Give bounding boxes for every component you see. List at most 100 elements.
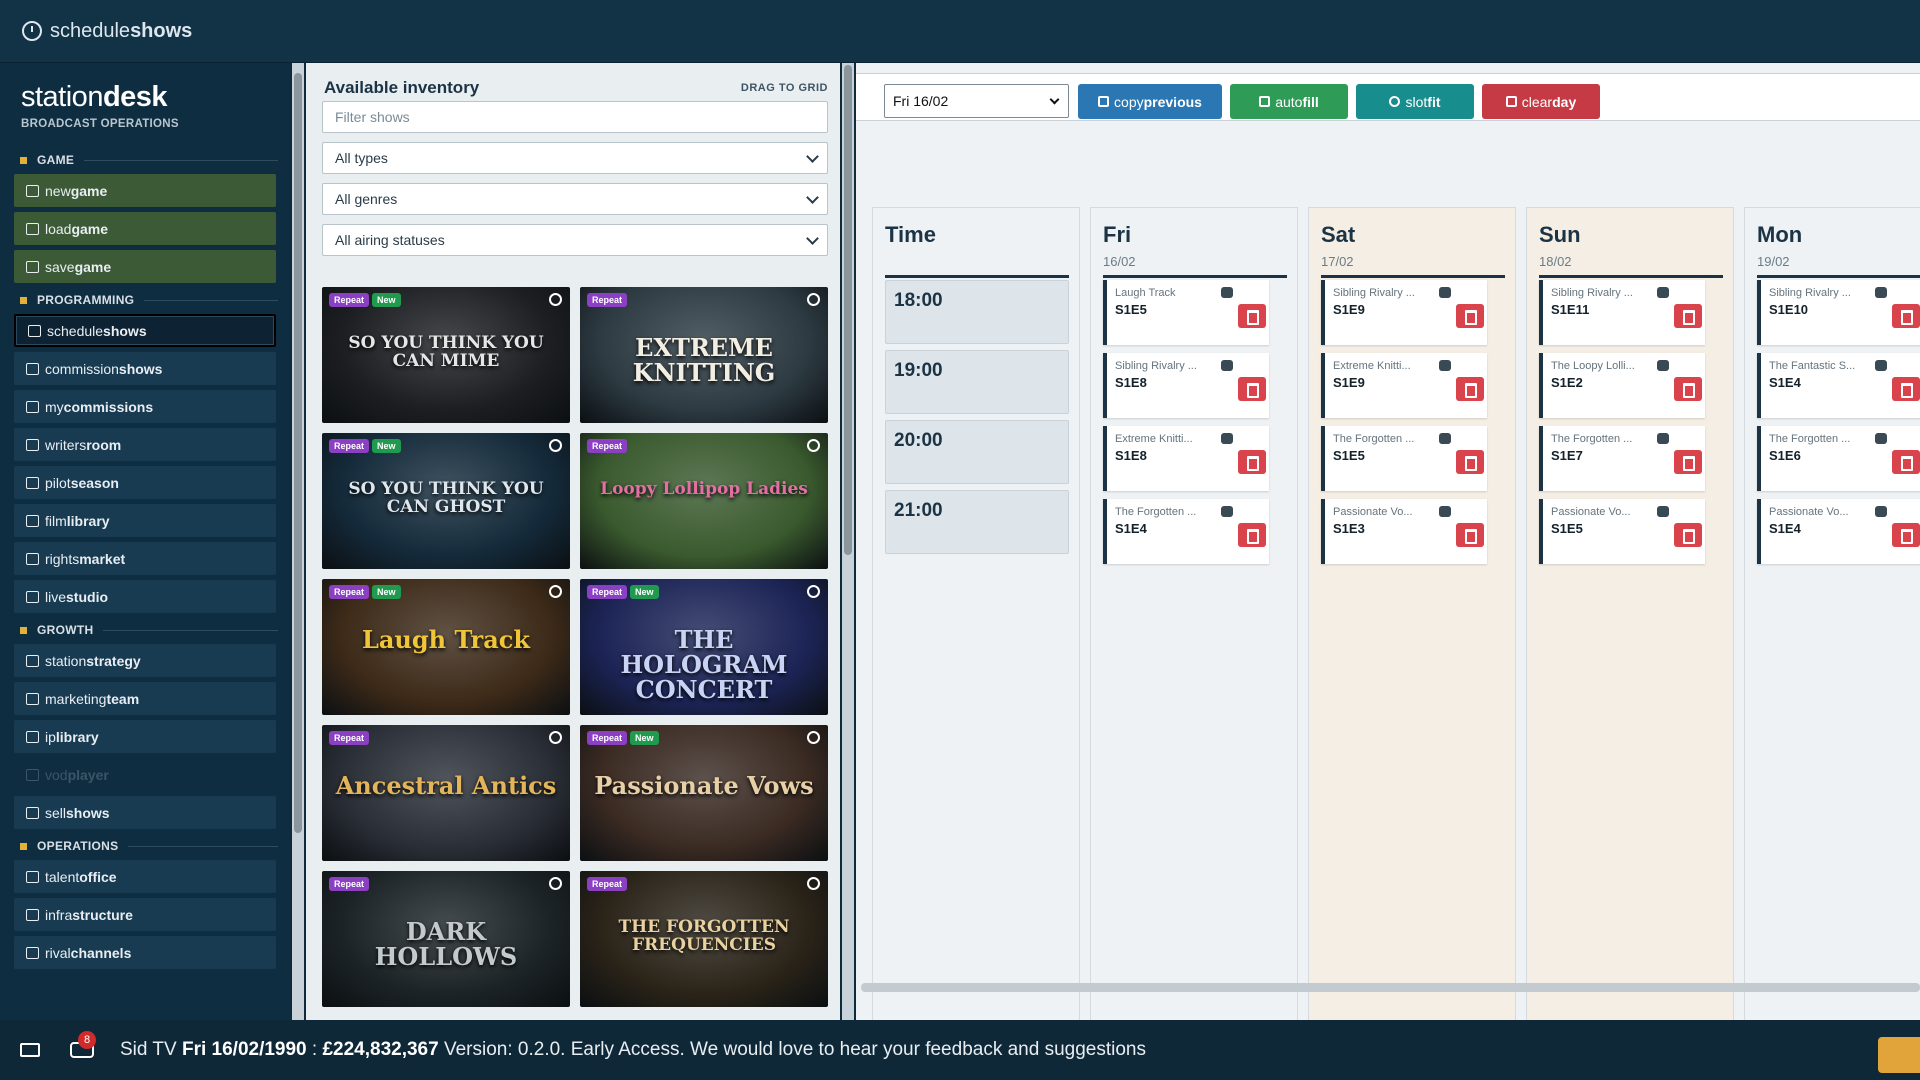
schedule-slot[interactable]: The Forgotten ... S1E7	[1539, 426, 1705, 491]
show-card[interactable]: Repeat New THE HOLOGRAM CONCERT	[580, 579, 828, 715]
genre-select[interactable]: All genres	[322, 183, 828, 215]
slot-episode: S1E7	[1551, 448, 1583, 463]
delete-slot-button[interactable]	[1238, 304, 1266, 328]
delete-slot-button[interactable]	[1456, 377, 1484, 401]
schedule-slot[interactable]: Sibling Rivalry ... S1E9	[1321, 280, 1487, 345]
card-title: DARK HOLLOWS	[374, 917, 518, 972]
airing-status-select[interactable]: All airing statuses	[322, 224, 828, 256]
show-card[interactable]: Repeat THE FORGOTTEN FREQUENCIES	[580, 871, 828, 1007]
schedule-slot[interactable]: The Forgotten ... S1E4	[1103, 499, 1269, 564]
schedule-slot[interactable]: Laugh Track S1E5	[1103, 280, 1269, 345]
slotfit-button[interactable]: slot fit	[1356, 84, 1474, 119]
delete-slot-button[interactable]	[1456, 304, 1484, 328]
sidebar-item-savegame[interactable]: save game	[14, 250, 276, 283]
sidebar-item-livestudio[interactable]: live studio	[14, 580, 276, 613]
slot-show-title: Passionate Vo...	[1551, 506, 1631, 518]
delete-slot-button[interactable]	[1674, 523, 1702, 547]
filter-shows-input[interactable]: Filter shows	[322, 101, 828, 133]
slot-episode: S1E11	[1551, 302, 1590, 317]
delete-slot-button[interactable]	[1238, 450, 1266, 474]
show-card[interactable]: Repeat New SO YOU THINK YOU CAN MIME	[322, 287, 570, 423]
copy-label-bold: previous	[1143, 93, 1202, 110]
day-select[interactable]: Fri 16/02	[884, 84, 1069, 118]
schedule-slot[interactable]: The Forgotten ... S1E5	[1321, 426, 1487, 491]
show-card[interactable]: Repeat Loopy Lollipop Ladies	[580, 433, 828, 569]
sidebar-item-scheduleshows[interactable]: schedule shows	[14, 314, 276, 347]
sidebar-item-talentoffice[interactable]: talent office	[14, 860, 276, 893]
genre-icon	[1875, 433, 1887, 444]
section-divider	[84, 159, 278, 161]
delete-slot-button[interactable]	[1238, 377, 1266, 401]
sidebar-scroll-thumb[interactable]	[294, 73, 302, 833]
time-slot-label: 21:00	[885, 490, 1069, 554]
wand-icon	[1259, 96, 1271, 107]
feedback-button[interactable]	[1878, 1037, 1920, 1073]
autofill-button[interactable]: auto fill	[1230, 84, 1348, 119]
delete-slot-button[interactable]	[1674, 377, 1702, 401]
delete-slot-button[interactable]	[1456, 450, 1484, 474]
delete-slot-button[interactable]	[1674, 304, 1702, 328]
sidebar-item-newgame[interactable]: new game	[14, 174, 276, 207]
repeat-badge: Repeat	[329, 877, 370, 891]
delete-slot-button[interactable]	[1892, 377, 1920, 401]
sidebar-item-loadgame[interactable]: load game	[14, 212, 276, 245]
card-tags: Repeat	[329, 731, 370, 745]
theatre-icon	[549, 439, 562, 452]
sidebar-item-iplibrary[interactable]: ip library	[14, 720, 276, 753]
sidebar-item-filmlibrary[interactable]: film library	[14, 504, 276, 537]
copy-previous-button[interactable]: copy previous	[1078, 84, 1222, 119]
sidebar-item-label-bold: shows	[118, 360, 163, 377]
delete-slot-button[interactable]	[1892, 523, 1920, 547]
sidebar-item-rightsmarket[interactable]: rights market	[14, 542, 276, 575]
sidebar-item-infrastructure[interactable]: infra structure	[14, 898, 276, 931]
delete-slot-button[interactable]	[1674, 450, 1702, 474]
schedule-slot[interactable]: Passionate Vo... S1E3	[1321, 499, 1487, 564]
sidebar-item-stationstrategy[interactable]: station strategy	[14, 644, 276, 677]
sidebar-item-commissionshows[interactable]: commission shows	[14, 352, 276, 385]
day-column-sun: Sun 18/02 Sibling Rivalry ... S1E11 The Loop…	[1526, 207, 1734, 1027]
inventory-scrollbar[interactable]	[842, 63, 854, 1020]
inventory-scroll-thumb[interactable]	[844, 65, 852, 555]
schedule-slot[interactable]: Passionate Vo... S1E4	[1757, 499, 1920, 564]
repeat-badge: Repeat	[587, 731, 628, 745]
schedule-slot[interactable]: Sibling Rivalry ... S1E11	[1539, 280, 1705, 345]
megaphone-icon	[26, 692, 39, 705]
delete-slot-button[interactable]	[1238, 523, 1266, 547]
schedule-slot[interactable]: Passionate Vo... S1E5	[1539, 499, 1705, 564]
delete-slot-button[interactable]	[1892, 450, 1920, 474]
music-icon	[807, 585, 820, 598]
sidebar-item-label-bold: game	[71, 220, 109, 237]
sidebar-item-writersroom[interactable]: writers room	[14, 428, 276, 461]
show-card[interactable]: Repeat New Passionate Vows	[580, 725, 828, 861]
sidebar-item-pilotseason[interactable]: pilot season	[14, 466, 276, 499]
sidebar-item-vodplayer[interactable]: vod player	[14, 758, 276, 791]
show-card[interactable]: Repeat EXTREME KNITTING	[580, 287, 828, 423]
show-card[interactable]: Repeat DARK HOLLOWS	[322, 871, 570, 1007]
schedule-slot[interactable]: Extreme Knitti... S1E8	[1103, 426, 1269, 491]
schedule-slot[interactable]: The Fantastic S... S1E4	[1757, 353, 1920, 418]
schedule-slot[interactable]: Sibling Rivalry ... S1E10	[1757, 280, 1920, 345]
show-card[interactable]: Repeat Ancestral Antics	[322, 725, 570, 861]
sidebar-item-sellshows[interactable]: sell shows	[14, 796, 276, 829]
autofill-label: auto	[1275, 93, 1303, 110]
sidebar-item-label: new	[45, 182, 71, 199]
show-card[interactable]: Repeat New SO YOU THINK YOU CAN GHOST	[322, 433, 570, 569]
schedule-slot[interactable]: The Forgotten ... S1E6	[1757, 426, 1920, 491]
sidebar-scrollbar[interactable]	[292, 63, 304, 1020]
delete-slot-button[interactable]	[1456, 523, 1484, 547]
sidebar-item-mycommissions[interactable]: my commissions	[14, 390, 276, 423]
genre-icon	[1657, 360, 1669, 371]
schedule-slot[interactable]: Sibling Rivalry ... S1E8	[1103, 353, 1269, 418]
delete-slot-button[interactable]	[1892, 304, 1920, 328]
sidebar-item-marketingteam[interactable]: marketing team	[14, 682, 276, 715]
genre-icon	[1657, 433, 1669, 444]
type-select[interactable]: All types	[322, 142, 828, 174]
show-card[interactable]: Repeat New Laugh Track	[322, 579, 570, 715]
schedule-slot[interactable]: The Loopy Lolli... S1E2	[1539, 353, 1705, 418]
clear-day-button[interactable]: clear day	[1482, 84, 1600, 119]
mail-icon[interactable]	[20, 1043, 40, 1057]
sidebar-item-label: infra	[45, 906, 73, 923]
sidebar-item-rivalchannels[interactable]: rival channels	[14, 936, 276, 969]
schedule-hscrollbar[interactable]	[861, 983, 1920, 992]
schedule-slot[interactable]: Extreme Knitti... S1E9	[1321, 353, 1487, 418]
